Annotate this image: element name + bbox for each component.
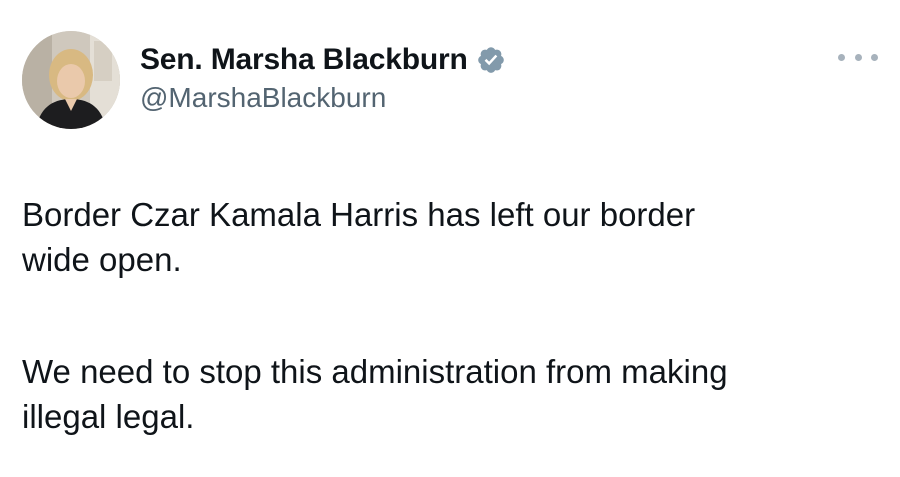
more-horizontal-icon <box>854 53 862 61</box>
tweet-card: Sen. Marsha Blackburn @MarshaBlackburn B… <box>0 0 900 477</box>
author-name-row: Sen. Marsha Blackburn <box>140 40 506 80</box>
more-options-button[interactable] <box>838 46 878 68</box>
tweet-text-paragraph: We need to stop this administration from… <box>22 353 728 435</box>
avatar[interactable] <box>22 31 120 129</box>
profile-photo <box>22 31 120 129</box>
more-horizontal-icon <box>838 53 845 61</box>
author-display-name[interactable]: Sen. Marsha Blackburn <box>140 43 468 77</box>
author-handle[interactable]: @MarshaBlackburn <box>140 82 386 114</box>
tweet-text-paragraph: Border Czar Kamala Harris has left our b… <box>22 196 696 278</box>
verified-badge-icon <box>477 47 504 73</box>
more-horizontal-icon <box>871 53 878 61</box>
